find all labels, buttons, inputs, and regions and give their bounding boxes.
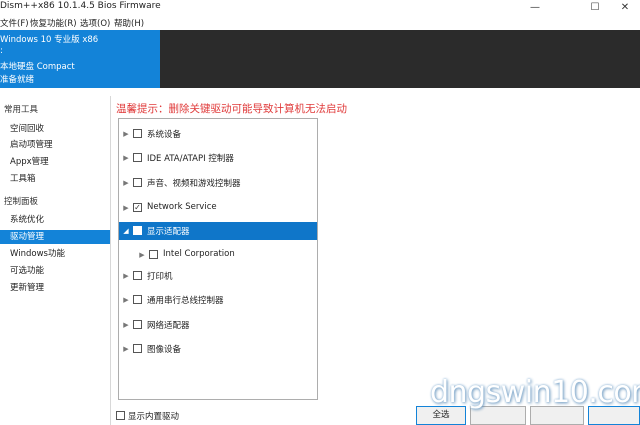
maximize-button[interactable]: ☐ [580, 0, 610, 16]
sidebar-item-drivers[interactable]: 驱动管理 [0, 230, 110, 244]
node-checkbox[interactable] [133, 271, 142, 280]
close-button[interactable]: ✕ [610, 0, 640, 16]
sidebar-item-space-cleanup[interactable]: 空间回收 [0, 122, 110, 136]
sidebar-group-common-tools: 常用工具 [4, 105, 39, 115]
node-checkbox[interactable] [133, 320, 142, 329]
tree-node-imaging[interactable]: ▶ 图像设备 [119, 340, 317, 358]
expand-arrow-icon[interactable]: ▶ [137, 249, 147, 261]
menu-bar: 文件(F) 恢复功能(R) 选项(O) 帮助(H) [0, 16, 640, 30]
show-builtin-checkbox[interactable] [116, 411, 125, 420]
disk-info: 本地硬盘 Compact [0, 62, 75, 72]
tree-node-intel[interactable]: ▶ Intel Corporation [119, 246, 317, 264]
tree-node-display-adapters[interactable]: ◢ 显示适配器 [119, 222, 317, 240]
node-label: IDE ATA/ATAPI 控制器 [147, 154, 234, 164]
tree-node-network-adapters[interactable]: ▶ 网络适配器 [119, 316, 317, 334]
sidebar-item-startup[interactable]: 启动项管理 [0, 138, 110, 152]
collapse-arrow-icon[interactable]: ◢ [121, 225, 131, 237]
session-strip [160, 30, 640, 88]
tree-node-usb[interactable]: ▶ 通用串行总线控制器 [119, 291, 317, 309]
node-checkbox-checked[interactable]: ✓ [133, 203, 142, 212]
title-bar: Dism++x86 10.1.4.5 Bios Firmware — ☐ ✕ [0, 0, 640, 16]
expand-arrow-icon[interactable]: ▶ [121, 152, 131, 164]
node-checkbox[interactable] [133, 153, 142, 162]
show-builtin-label: 显示内置驱动 [128, 412, 180, 422]
expand-arrow-icon[interactable]: ▶ [121, 177, 131, 189]
menu-restore[interactable]: 恢复功能(R) [30, 17, 77, 29]
node-label: Network Service [147, 202, 217, 212]
sidebar-item-toolbox[interactable]: 工具箱 [0, 172, 110, 186]
tree-node-system-devices[interactable]: ▶ 系统设备 [119, 125, 317, 143]
session-header[interactable]: Windows 10 专业版 x86 : 本地硬盘 Compact 准备就绪 [0, 30, 160, 88]
node-checkbox[interactable] [133, 129, 142, 138]
sidebar-item-updates[interactable]: 更新管理 [0, 281, 110, 295]
menu-help[interactable]: 帮助(H) [114, 17, 144, 29]
expand-arrow-icon[interactable]: ▶ [121, 128, 131, 140]
sidebar: 常用工具 空间回收 启动项管理 Appx管理 工具箱 控制面板 系统优化 驱动管… [0, 96, 110, 425]
node-checkbox[interactable] [133, 178, 142, 187]
sidebar-item-optional-features[interactable]: 可选功能 [0, 264, 110, 278]
os-path: : [0, 46, 3, 56]
expand-arrow-icon[interactable]: ▶ [121, 343, 131, 355]
sidebar-item-appx[interactable]: Appx管理 [0, 155, 110, 169]
node-label: 通用串行总线控制器 [147, 296, 224, 306]
node-label: 打印机 [147, 272, 173, 282]
window-title: Dism++x86 10.1.4.5 Bios Firmware [0, 1, 161, 11]
node-label: 网络适配器 [147, 321, 190, 331]
node-label: 系统设备 [147, 130, 182, 140]
site-watermark: dngswin10.com [430, 375, 640, 410]
menu-options[interactable]: 选项(O) [80, 17, 110, 29]
sidebar-item-optimize[interactable]: 系统优化 [0, 213, 110, 227]
menu-file[interactable]: 文件(F) [0, 17, 29, 29]
node-checkbox[interactable] [149, 250, 158, 259]
sidebar-item-windows-features[interactable]: Windows功能 [0, 247, 110, 261]
show-builtin-drivers-toggle[interactable]: 显示内置驱动 [116, 409, 236, 422]
tree-node-printers[interactable]: ▶ 打印机 [119, 267, 317, 285]
os-name: Windows 10 专业版 x86 [0, 35, 99, 45]
sidebar-divider [110, 96, 111, 425]
tree-node-sound[interactable]: ▶ 声音、视频和游戏控制器 [119, 174, 317, 192]
sidebar-group-control-panel: 控制面板 [4, 197, 39, 207]
node-checkbox[interactable] [133, 295, 142, 304]
node-label: 显示适配器 [147, 227, 190, 237]
expand-arrow-icon[interactable]: ▶ [121, 270, 131, 282]
node-label: Intel Corporation [163, 249, 235, 259]
session-status: 准备就绪 [0, 75, 35, 85]
tree-node-network-service[interactable]: ▶ ✓ Network Service [119, 199, 317, 217]
warning-text: 温馨提示：删除关键驱动可能导致计算机无法启动 [116, 103, 347, 115]
expand-arrow-icon[interactable]: ▶ [121, 202, 131, 214]
tree-node-ide[interactable]: ▶ IDE ATA/ATAPI 控制器 [119, 149, 317, 167]
node-checkbox[interactable] [133, 344, 142, 353]
expand-arrow-icon[interactable]: ▶ [121, 294, 131, 306]
minimize-button[interactable]: — [520, 0, 550, 16]
expand-arrow-icon[interactable]: ▶ [121, 319, 131, 331]
driver-tree[interactable]: ▶ 系统设备 ▶ IDE ATA/ATAPI 控制器 ▶ 声音、视频和游戏控制器… [118, 118, 318, 400]
node-checkbox[interactable] [133, 226, 142, 235]
node-label: 图像设备 [147, 345, 182, 355]
node-label: 声音、视频和游戏控制器 [147, 179, 241, 189]
